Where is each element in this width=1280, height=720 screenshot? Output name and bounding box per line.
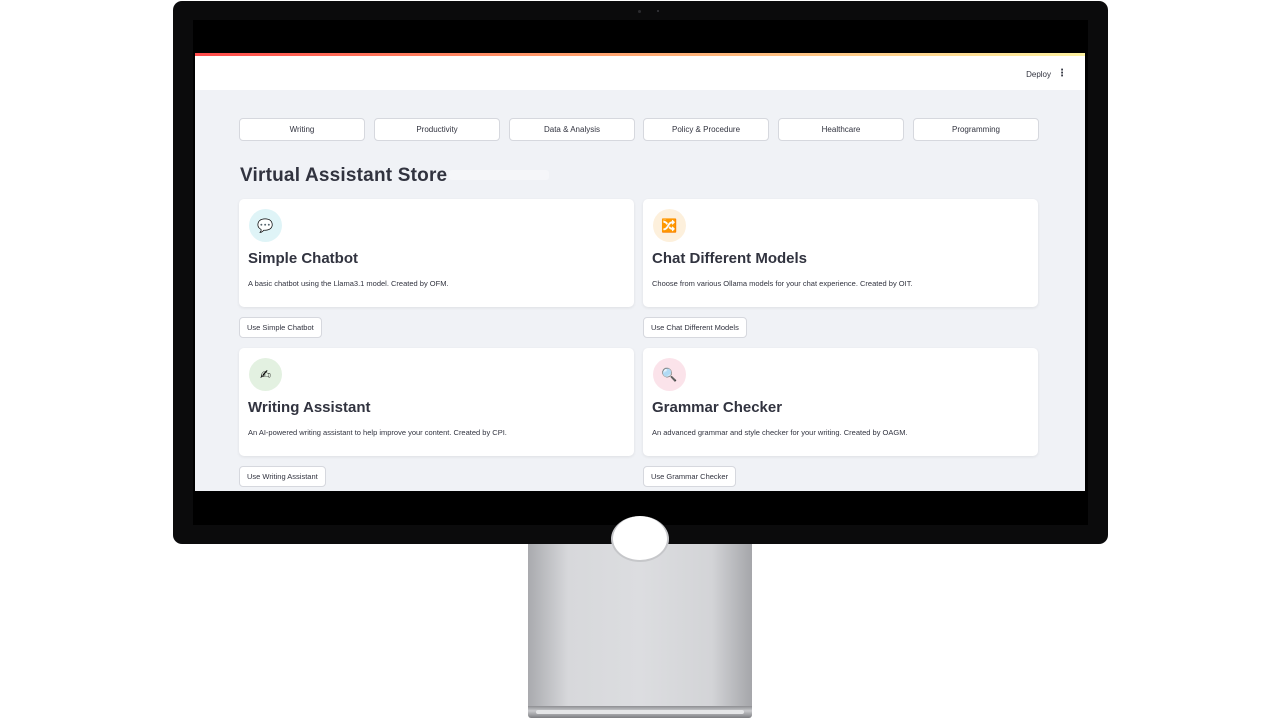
camera-sensor (657, 10, 659, 12)
category-row: Writing Productivity Data & Analysis Pol… (239, 118, 1039, 141)
category-data-analysis-button[interactable]: Data & Analysis (509, 118, 635, 141)
main-menu-icon[interactable]: ⋮ (1057, 69, 1067, 79)
writing-hand-icon: ✍ (249, 358, 282, 391)
device-mockup: Deploy ⋮ Writing Productivity Data & Ana… (0, 0, 1280, 720)
speech-bubble-icon: 💬 (249, 209, 282, 242)
app-header: Deploy ⋮ (195, 56, 1085, 90)
card-title: Simple Chatbot (248, 250, 359, 267)
use-grammar-checker-button[interactable]: Use Grammar Checker (643, 466, 737, 487)
category-healthcare-button[interactable]: Healthcare (778, 118, 904, 141)
card-title: Chat Different Models (652, 250, 808, 267)
shuffle-icon: 🔀 (653, 209, 686, 242)
card-title: Writing Assistant (248, 399, 371, 416)
assistant-card-grammar-checker: 🔍 Grammar Checker An advanced grammar an… (643, 348, 1038, 456)
category-policy-procedure-button[interactable]: Policy & Procedure (643, 118, 769, 141)
card-description: A basic chatbot using the Llama3.1 model… (248, 279, 449, 288)
assistant-card-writing-assistant: ✍ Writing Assistant An AI-powered writin… (239, 348, 634, 456)
app-screen: Deploy ⋮ Writing Productivity Data & Ana… (195, 53, 1085, 491)
stand-cutout (611, 516, 669, 562)
card-title: Grammar Checker (652, 399, 783, 416)
assistant-card-chat-different-models: 🔀 Chat Different Models Choose from vari… (643, 199, 1038, 307)
category-writing-button[interactable]: Writing (239, 118, 365, 141)
card-description: Choose from various Ollama models for yo… (652, 279, 913, 288)
magnifier-icon: 🔍 (653, 358, 686, 391)
category-productivity-button[interactable]: Productivity (374, 118, 500, 141)
camera-dot (638, 10, 641, 13)
use-writing-assistant-button[interactable]: Use Writing Assistant (239, 466, 326, 487)
use-simple-chatbot-button[interactable]: Use Simple Chatbot (239, 317, 322, 338)
category-programming-button[interactable]: Programming (913, 118, 1039, 141)
deploy-button[interactable]: Deploy (1026, 70, 1051, 79)
title-shadow (449, 170, 549, 180)
card-description: An advanced grammar and style checker fo… (652, 428, 908, 437)
use-chat-different-models-button[interactable]: Use Chat Different Models (643, 317, 747, 338)
card-description: An AI-powered writing assistant to help … (248, 428, 507, 437)
stand-foot-highlight (536, 710, 744, 714)
page-title: Virtual Assistant Store (240, 165, 448, 186)
assistant-card-simple-chatbot: 💬 Simple Chatbot A basic chatbot using t… (239, 199, 634, 307)
monitor-stand (528, 516, 752, 710)
